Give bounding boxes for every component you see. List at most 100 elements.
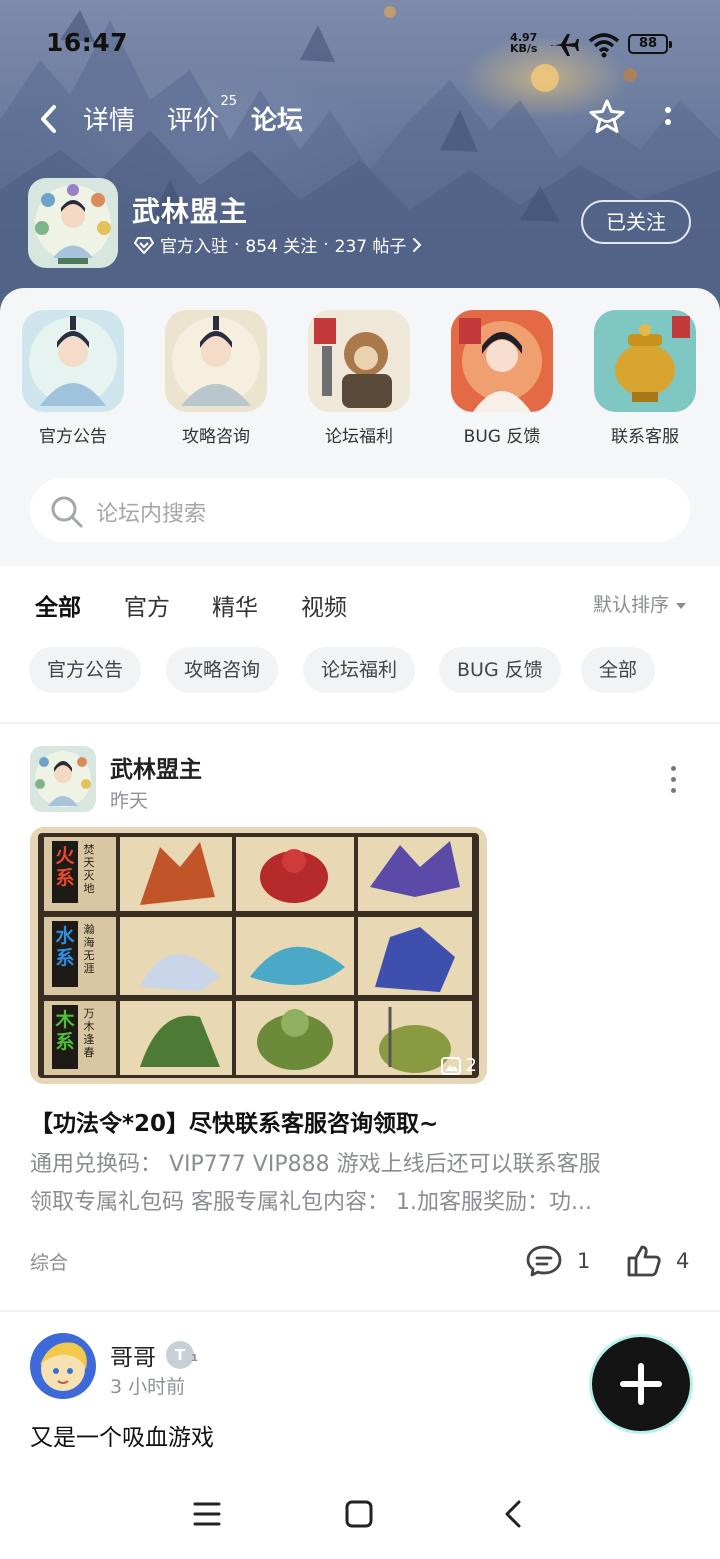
top-nav: 详情 评价 25 论坛 (0, 94, 720, 142)
search-icon (51, 496, 83, 528)
wifi-icon (588, 33, 620, 58)
image-row-wood: 木系 万木逢春 (44, 1003, 116, 1077)
avatar[interactable] (30, 1333, 96, 1399)
like-icon (627, 1245, 661, 1277)
category-image (165, 310, 267, 412)
more-icon[interactable] (658, 104, 678, 134)
category-strategy-inquiry[interactable]: 攻略咨询 (161, 310, 271, 447)
divider (0, 1310, 720, 1312)
image-row-element: 水系 (55, 925, 75, 969)
game-info: 武林盟主 官方入驻 · 854 关注 · 237 帖子 已关注 (0, 176, 720, 272)
like-button[interactable]: 4 (626, 1244, 689, 1278)
home-icon[interactable] (345, 1500, 373, 1528)
post-author[interactable]: 武林盟主 (110, 750, 202, 784)
image-row-motto: 瀚海无涯 (83, 923, 95, 975)
category-forum-benefits[interactable]: 论坛福利 (304, 310, 414, 447)
feed-tab-label: 视频 (301, 595, 347, 621)
category-panel: 官方公告 攻略咨询 论坛福利 BUG 反馈 联系客服 论坛内搜索 (0, 288, 720, 566)
chevron-right-icon (412, 237, 421, 252)
category-label: 论坛福利 (325, 427, 393, 447)
tab-forum[interactable]: 论坛 (251, 100, 304, 139)
follower-count: 854 关注 (245, 237, 318, 257)
commenter[interactable]: 哥哥 T 1 (110, 1338, 198, 1372)
category-official-announcement[interactable]: 官方公告 (18, 310, 128, 447)
post-image[interactable]: 火系 焚天灭地 水系 瀚海无涯 木系 万木逢春 2 (30, 827, 487, 1084)
chip-forum-benefits[interactable]: 论坛福利 (303, 647, 416, 693)
back-nav-icon[interactable] (500, 1500, 528, 1528)
like-count: 4 (676, 1249, 690, 1273)
comment-count: 1 (577, 1249, 591, 1273)
battery-indicator: 88 (628, 34, 672, 54)
feed-tab-official[interactable]: 官方 (124, 588, 170, 622)
post-title[interactable]: 【功法令*20】尽快联系客服咨询领取~ (30, 1104, 438, 1138)
tab-forum-label: 论坛 (251, 106, 304, 136)
comment-icon (526, 1245, 562, 1277)
avatar[interactable] (30, 746, 96, 812)
divider (0, 722, 720, 724)
commenter-name: 哥哥 (110, 1345, 156, 1371)
clock: 16:47 (46, 28, 129, 57)
post-time: 昨天 (110, 790, 149, 812)
image-row-motto: 万木逢春 (83, 1007, 95, 1059)
category-label: BUG 反馈 (463, 427, 541, 447)
game-meta[interactable]: 官方入驻 · 854 关注 · 237 帖子 (134, 232, 423, 257)
image-row-water: 水系 瀚海无涯 (44, 919, 116, 997)
caret-down-icon (676, 603, 687, 609)
category-image (22, 310, 124, 412)
category-image (594, 310, 696, 412)
follow-button[interactable]: 已关注 (581, 200, 691, 244)
tab-details-label: 详情 (83, 106, 136, 136)
user-level-number: 1 (191, 1353, 198, 1364)
image-row-motto: 焚天灭地 (83, 843, 95, 895)
category-image (308, 310, 410, 412)
verified-label: 官方入驻 (160, 237, 228, 257)
feed-tab-video[interactable]: 视频 (301, 588, 347, 622)
system-navigation-bar (0, 1476, 720, 1559)
tab-reviews[interactable]: 评价 25 (167, 94, 237, 137)
tab-reviews-label: 评价 (167, 106, 220, 136)
game-avatar[interactable] (28, 178, 118, 268)
tab-details[interactable]: 详情 (83, 100, 135, 137)
image-row-element: 木系 (55, 1009, 75, 1053)
post-excerpt-line: 领取专属礼包码 客服专属礼包内容： 1.加客服奖励：功... (30, 1190, 592, 1215)
post-content[interactable]: 又是一个吸血游戏 (30, 1418, 214, 1452)
feed-tab-label: 全部 (35, 595, 81, 621)
new-post-button[interactable] (592, 1337, 690, 1431)
image-row-fire: 火系 焚天灭地 (44, 839, 116, 913)
network-speed-unit: KB/s (510, 42, 538, 55)
reviews-count-badge: 25 (220, 94, 238, 109)
post-tag[interactable]: 综合 (30, 1248, 68, 1275)
user-level-letter: T (174, 1346, 186, 1364)
status-bar: 16:47 4.97 KB/s 88 (0, 28, 720, 64)
search-placeholder: 论坛内搜索 (96, 502, 207, 527)
chip-official-announcement[interactable]: 官方公告 (29, 647, 142, 693)
meta-separator: · (323, 234, 329, 255)
feed-tab-featured[interactable]: 精华 (212, 588, 258, 622)
user-level-badge: T 1 (166, 1341, 198, 1369)
post-excerpt[interactable]: 通用兑换码： VIP777 VIP888 游戏上线后还可以联系客服 领取专属礼包… (30, 1146, 694, 1222)
verified-diamond-icon (134, 236, 154, 254)
comment-button[interactable]: 1 (525, 1244, 590, 1278)
feed-tab-all[interactable]: 全部 (35, 588, 81, 626)
more-icon[interactable] (666, 766, 680, 796)
back-icon[interactable] (34, 102, 64, 136)
chip-strategy-inquiry[interactable]: 攻略咨询 (166, 647, 279, 693)
forum-header: 16:47 4.97 KB/s 88 详情 评价 25 论坛 武林盟主 官方入驻… (0, 0, 720, 320)
star-icon[interactable] (588, 98, 626, 136)
chip-bug-report[interactable]: BUG 反馈 (439, 647, 561, 693)
chip-all[interactable]: 全部 (581, 647, 656, 693)
category-image (451, 310, 553, 412)
feed-filters: 全部 官方 精华 视频 默认排序 官方公告 攻略咨询 论坛福利 BUG 反馈 全… (0, 566, 720, 724)
sort-dropdown[interactable]: 默认排序 (593, 590, 687, 617)
image-row-element: 火系 (55, 845, 75, 889)
sort-label: 默认排序 (593, 594, 670, 616)
search-input[interactable]: 论坛内搜索 (30, 478, 690, 542)
image-count: 2 (465, 1055, 477, 1076)
category-bug-report[interactable]: BUG 反馈 (447, 310, 557, 447)
category-contact-support[interactable]: 联系客服 (590, 310, 700, 447)
game-title: 武林盟主 (132, 195, 249, 228)
feed-tab-label: 官方 (124, 595, 170, 621)
category-label: 攻略咨询 (182, 427, 250, 447)
network-speed: 4.97 KB/s (510, 32, 537, 54)
menu-icon[interactable] (193, 1500, 221, 1528)
